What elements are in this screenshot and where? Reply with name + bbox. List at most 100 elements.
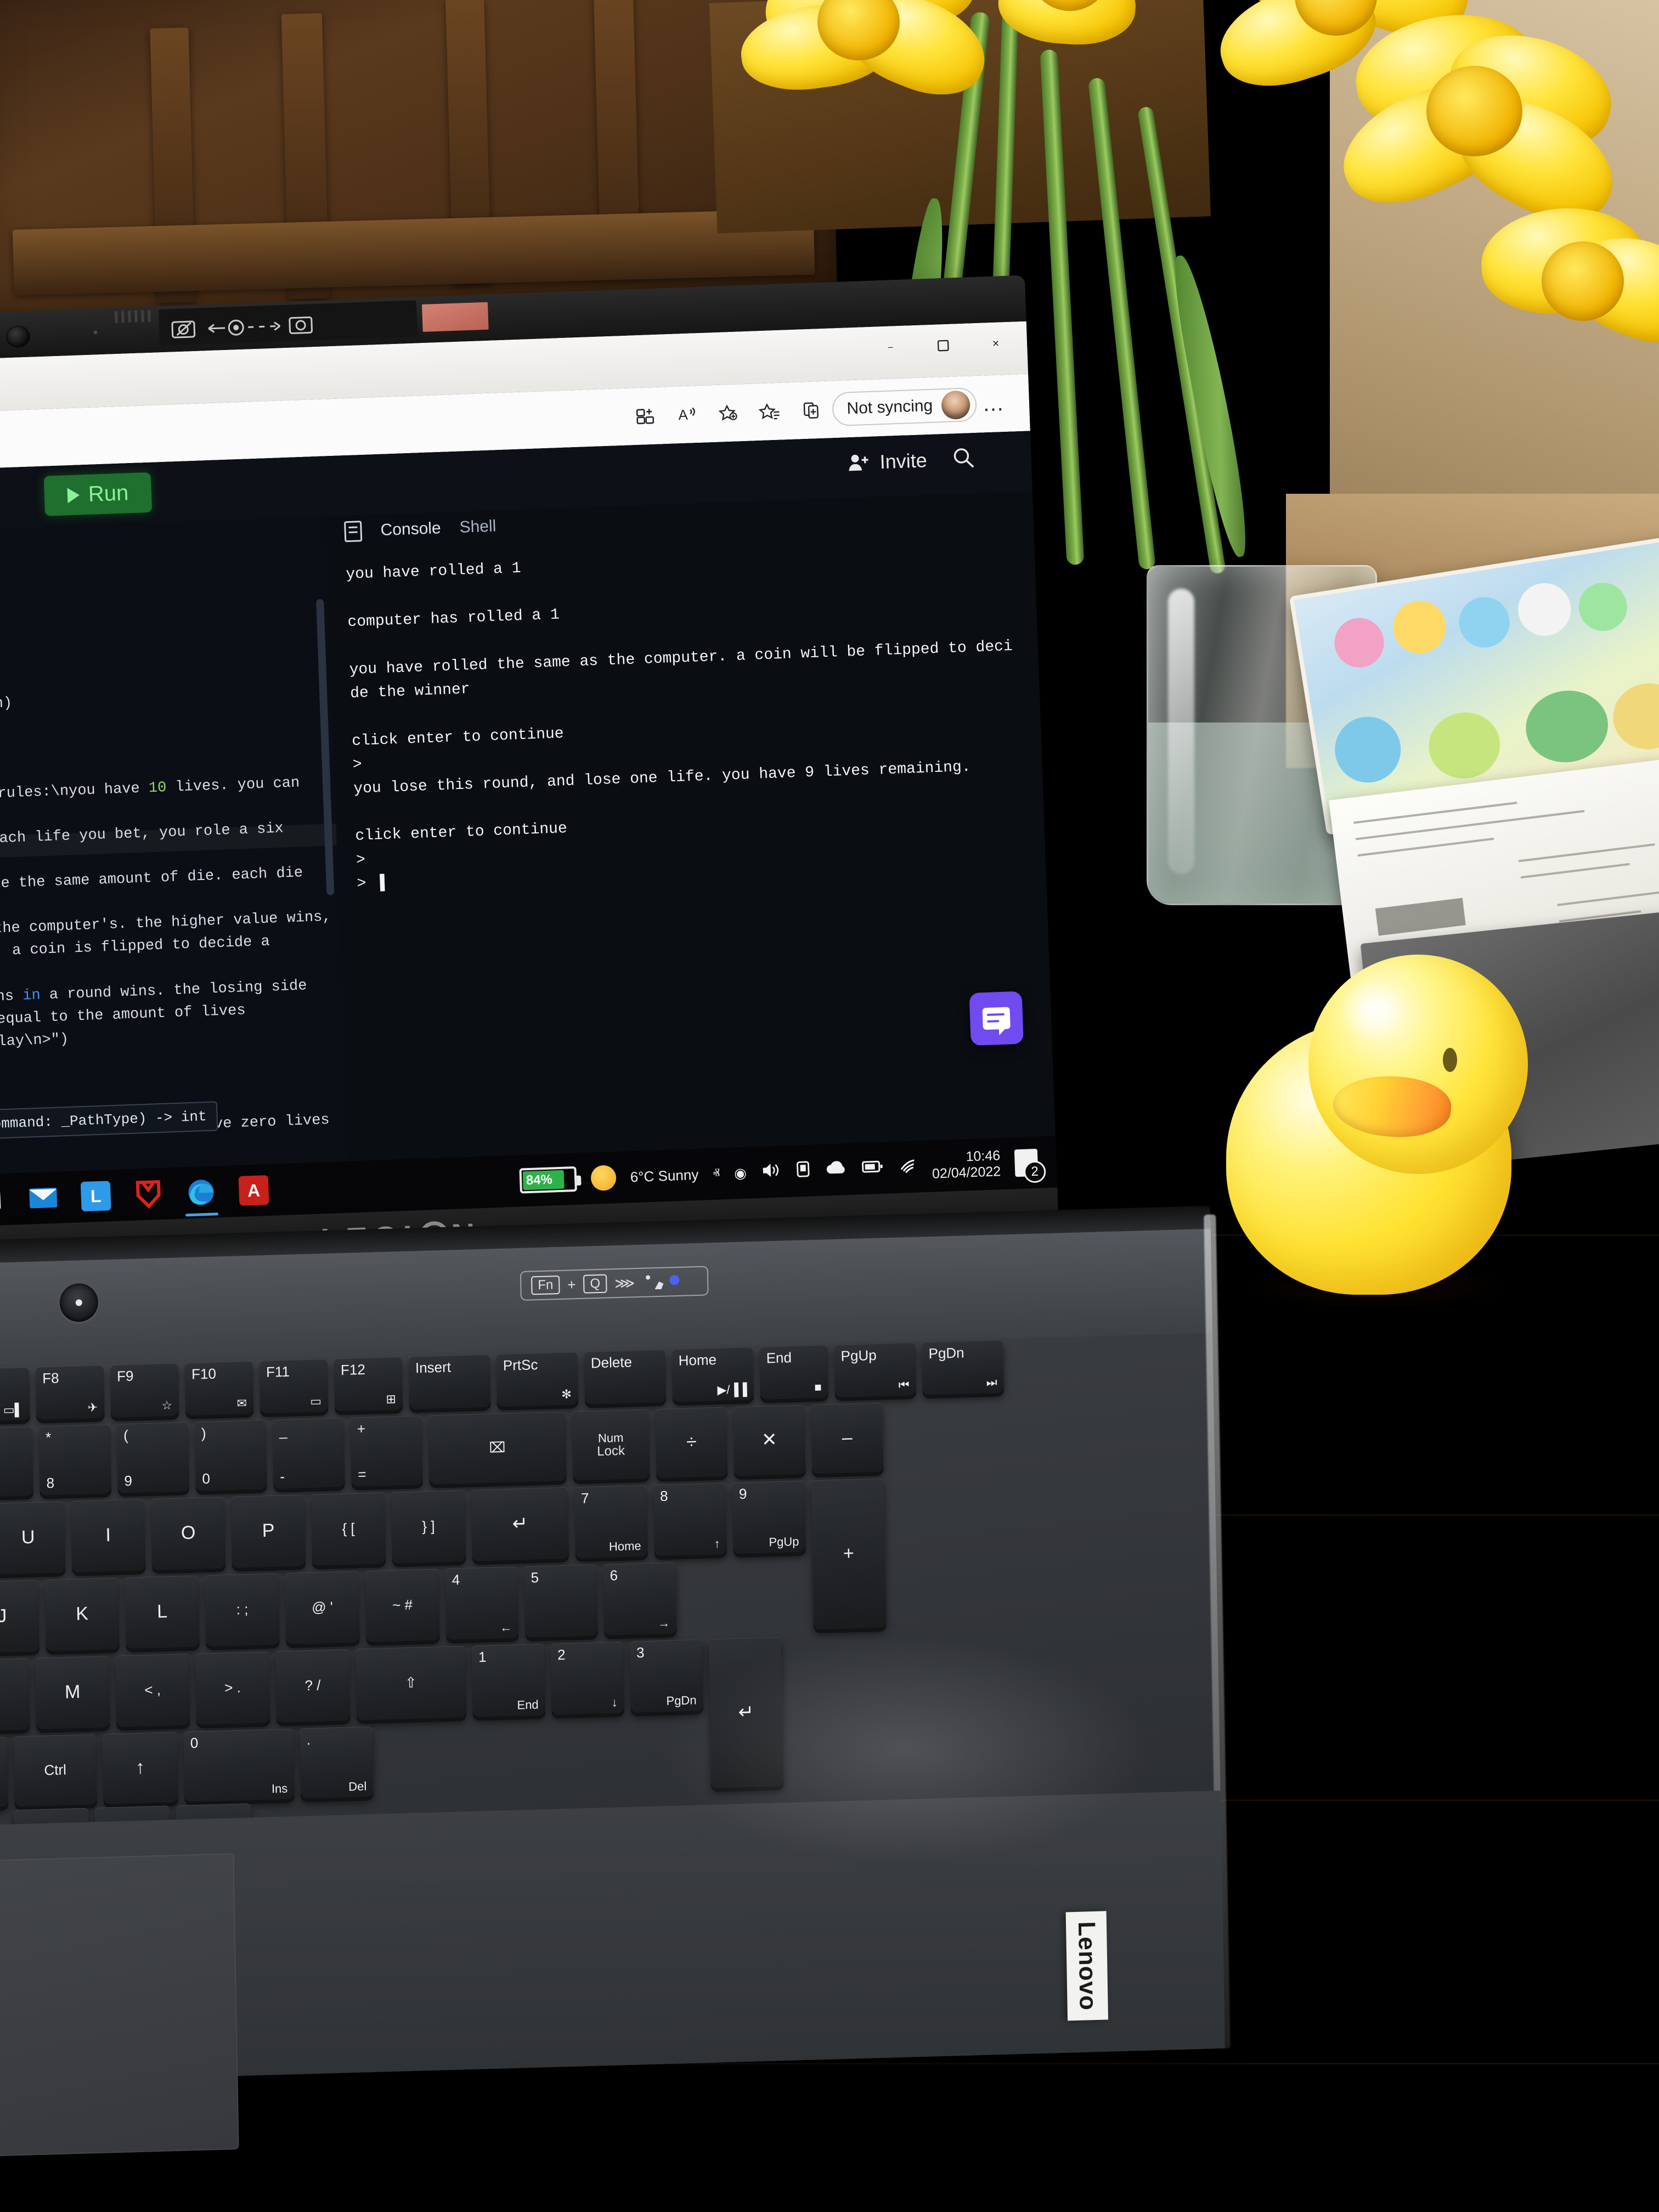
key--[interactable]: { [ xyxy=(311,1492,386,1566)
settings-and-more-button[interactable]: … xyxy=(976,391,1011,416)
key-f10[interactable]: F10 ✉ xyxy=(184,1361,254,1416)
key-np6[interactable]: 6 → xyxy=(603,1562,677,1635)
console-pane[interactable]: Console Shell you have rolled a 1 comput… xyxy=(316,491,1056,1161)
key-pgdn[interactable]: PgDn ⏭ xyxy=(922,1340,1004,1395)
minimize-button[interactable]: – xyxy=(881,338,900,357)
key-np7[interactable]: 7 Home xyxy=(574,1485,648,1559)
key-np8[interactable]: 8 ↑ xyxy=(653,1482,727,1556)
profile-sync-button[interactable]: Not syncing xyxy=(832,387,978,427)
browser-essentials-icon[interactable] xyxy=(790,388,833,432)
key-home[interactable]: Home ▶/▐▐ xyxy=(672,1347,754,1402)
key-altgr[interactable]: AltGr xyxy=(0,1736,8,1809)
key-i[interactable]: I xyxy=(71,1499,146,1573)
notification-center-button[interactable]: 2 xyxy=(1014,1148,1046,1183)
key-insert[interactable]: Insert xyxy=(408,1354,491,1409)
key-multiply[interactable]: ✕ xyxy=(733,1404,806,1476)
tab-shell[interactable]: Shell xyxy=(459,517,496,537)
key--[interactable]: : ; xyxy=(205,1573,280,1647)
keyboard[interactable]: F4✕F5☀-F6☀+F7▭▌F8✈F9☆F10✉F11▭F12⊞InsertP… xyxy=(0,1333,1199,1878)
key-arrow-up[interactable]: ↑ xyxy=(102,1731,178,1804)
search-icon[interactable] xyxy=(951,445,977,474)
key-num-8[interactable]: * 8 xyxy=(38,1424,111,1496)
key-subtract[interactable]: – xyxy=(811,1402,884,1474)
chat-bubble-icon[interactable] xyxy=(969,991,1024,1046)
key-np5[interactable]: 5 xyxy=(524,1564,598,1638)
key-p[interactable]: P xyxy=(230,1494,306,1568)
key-npplus[interactable]: + xyxy=(811,1478,887,1630)
key-np9[interactable]: 9 PgUp xyxy=(732,1480,806,1554)
q-keycap: Q xyxy=(583,1274,607,1294)
key-np3[interactable]: 3 PgDn xyxy=(629,1639,703,1713)
key-num-[interactable]: + = xyxy=(350,1415,423,1487)
key--[interactable]: > . xyxy=(195,1651,270,1725)
battery-indicator[interactable]: 84% xyxy=(519,1166,577,1194)
key-j[interactable]: J xyxy=(0,1579,40,1654)
key--[interactable]: @ ' xyxy=(285,1571,360,1645)
code-editor-pane[interactable]: × 20212223 24252627 282930 from lucky_co… xyxy=(0,516,348,1183)
key--[interactable]: ~ # xyxy=(365,1568,440,1643)
key-divide[interactable]: ÷ xyxy=(655,1407,728,1479)
key-np0[interactable]: 0 Ins xyxy=(183,1728,295,1802)
microsoft-edge-icon[interactable] xyxy=(174,1166,228,1219)
key-numlock[interactable]: Num Lock xyxy=(572,1409,650,1481)
key-npenter[interactable]: ↵ xyxy=(708,1637,784,1788)
key-num-9[interactable]: (9 xyxy=(116,1422,189,1493)
key-np4[interactable]: 4 ← xyxy=(445,1566,519,1640)
key--[interactable]: ? / xyxy=(275,1649,351,1723)
key-f9[interactable]: F9 ☆ xyxy=(110,1363,179,1418)
close-button[interactable]: ✕ xyxy=(986,334,1006,353)
read-aloud-icon[interactable]: A xyxy=(665,393,708,437)
key-n[interactable]: N xyxy=(0,1658,30,1732)
key-prtsc[interactable]: PrtSc ✻ xyxy=(496,1352,579,1407)
trackpad[interactable] xyxy=(0,1853,239,2162)
clock[interactable]: 10:46 02/04/2022 xyxy=(932,1148,1001,1182)
wifi-icon[interactable] xyxy=(898,1156,918,1177)
key-k[interactable]: K xyxy=(44,1577,120,1651)
add-favorite-icon[interactable] xyxy=(707,392,750,435)
key-np1[interactable]: 1 End xyxy=(471,1644,546,1717)
key-m[interactable]: M xyxy=(35,1656,110,1729)
invite-label: Invite xyxy=(879,449,928,473)
run-button[interactable]: Run xyxy=(43,472,153,516)
cloud-icon[interactable] xyxy=(825,1160,848,1180)
mail-icon[interactable] xyxy=(16,1171,70,1224)
key-o[interactable]: O xyxy=(151,1497,226,1570)
key-pgup[interactable]: PgUp ⏮ xyxy=(834,1342,916,1398)
key-f11[interactable]: F11 ▭ xyxy=(259,1358,329,1414)
volume-icon[interactable] xyxy=(760,1161,781,1183)
key-num-0[interactable]: ) 0 xyxy=(194,1420,267,1491)
key-np2[interactable]: 2 ↓ xyxy=(550,1641,624,1715)
onedrive-record-icon[interactable]: ◉ xyxy=(734,1164,747,1182)
source-code[interactable]: from lucky_coin import coinimport lucky_… xyxy=(0,548,348,1182)
microsoft-store-icon[interactable] xyxy=(0,1173,18,1226)
favorites-icon[interactable] xyxy=(748,390,792,433)
key-f8[interactable]: F8 ✈ xyxy=(35,1365,105,1420)
key-l[interactable]: L xyxy=(125,1575,200,1649)
key-shift-right[interactable]: ⇧ xyxy=(355,1646,467,1720)
invite-button[interactable]: Invite xyxy=(847,449,927,475)
key-enter[interactable]: ↵ xyxy=(471,1487,569,1561)
key-f12[interactable]: F12 ⊞ xyxy=(334,1357,403,1412)
battery-tray-icon[interactable] xyxy=(861,1159,884,1177)
key-f7[interactable]: F7▭▌ xyxy=(0,1367,30,1422)
restore-button[interactable] xyxy=(934,336,953,355)
key-end[interactable]: End ■ xyxy=(759,1345,828,1400)
key-npdot[interactable]: . Del xyxy=(300,1726,374,1799)
panel-layout-icon[interactable] xyxy=(344,521,363,543)
key-backspace[interactable]: ⌧ xyxy=(428,1411,567,1485)
key--[interactable]: < , xyxy=(115,1654,190,1727)
bluetooth-icon[interactable] xyxy=(794,1159,811,1182)
lenovo-vantage-icon[interactable]: L xyxy=(69,1170,123,1223)
tab-console[interactable]: Console xyxy=(380,519,441,540)
key--[interactable]: } ] xyxy=(391,1489,466,1564)
key-num-7[interactable]: &7 xyxy=(0,1426,33,1498)
key-num-[interactable]: _ - xyxy=(272,1418,345,1489)
adobe-reader-icon[interactable]: A xyxy=(227,1164,281,1217)
weather-label[interactable]: 6°C Sunny xyxy=(630,1166,699,1185)
mcafee-icon[interactable] xyxy=(121,1167,176,1221)
key-u[interactable]: U xyxy=(0,1501,66,1575)
collections-icon[interactable] xyxy=(623,394,667,438)
show-hidden-icons-chevron[interactable]: ⱏ xyxy=(713,1165,720,1183)
key-ctrl[interactable]: Ctrl xyxy=(13,1734,97,1807)
key-delete[interactable]: Delete xyxy=(584,1349,667,1404)
